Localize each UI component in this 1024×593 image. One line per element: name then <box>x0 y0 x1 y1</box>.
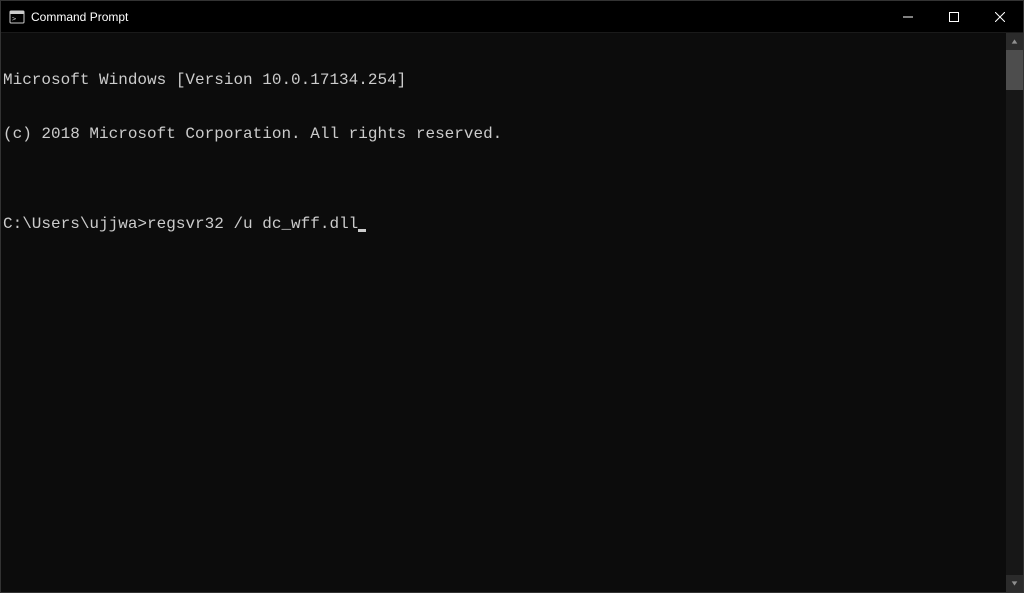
minimize-button[interactable] <box>885 1 931 32</box>
scroll-down-arrow-icon[interactable] <box>1006 575 1023 592</box>
content-area: Microsoft Windows [Version 10.0.17134.25… <box>1 33 1023 592</box>
scroll-up-arrow-icon[interactable] <box>1006 33 1023 50</box>
titlebar[interactable]: >_ Command Prompt <box>1 1 1023 33</box>
terminal-output[interactable]: Microsoft Windows [Version 10.0.17134.25… <box>1 33 1006 592</box>
window-title: Command Prompt <box>31 10 128 24</box>
svg-text:>_: >_ <box>12 15 21 23</box>
version-line: Microsoft Windows [Version 10.0.17134.25… <box>3 71 1006 89</box>
prompt-text: C:\Users\ujjwa> <box>3 215 147 233</box>
command-prompt-window: >_ Command Prompt Microsoft Windows [Ver… <box>0 0 1024 593</box>
cmd-icon: >_ <box>9 9 25 25</box>
prompt-line: C:\Users\ujjwa>regsvr32 /u dc_wff.dll <box>3 215 1006 233</box>
close-button[interactable] <box>977 1 1023 32</box>
titlebar-left: >_ Command Prompt <box>9 9 128 25</box>
scroll-thumb[interactable] <box>1006 50 1023 90</box>
cursor <box>358 229 366 232</box>
maximize-button[interactable] <box>931 1 977 32</box>
window-controls <box>885 1 1023 32</box>
scroll-track[interactable] <box>1006 50 1023 575</box>
vertical-scrollbar[interactable] <box>1006 33 1023 592</box>
copyright-line: (c) 2018 Microsoft Corporation. All righ… <box>3 125 1006 143</box>
command-text: regsvr32 /u dc_wff.dll <box>147 215 358 233</box>
